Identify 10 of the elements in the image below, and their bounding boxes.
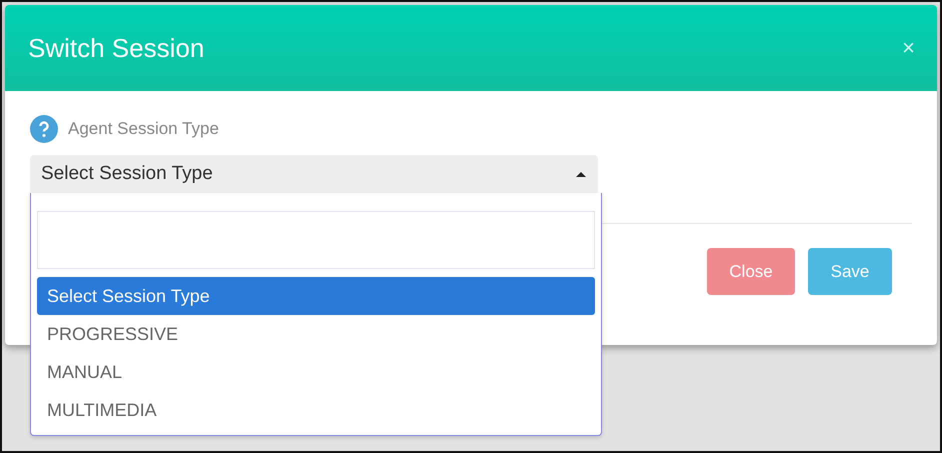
dropdown-option[interactable]: PROGRESSIVE xyxy=(37,315,595,353)
dropdown-option[interactable]: MULTIMEDIA xyxy=(37,391,595,429)
field-label: Agent Session Type xyxy=(68,119,219,139)
dialog-title: Switch Session xyxy=(28,32,204,64)
caret-icon xyxy=(576,172,586,176)
dropdown-option[interactable]: Select Session Type xyxy=(37,277,595,315)
session-type-select[interactable]: Select Session Type xyxy=(30,155,598,193)
search-field[interactable] xyxy=(37,211,595,269)
dropdown-option[interactable]: MANUAL xyxy=(37,353,595,391)
help-icon[interactable] xyxy=(30,115,58,143)
